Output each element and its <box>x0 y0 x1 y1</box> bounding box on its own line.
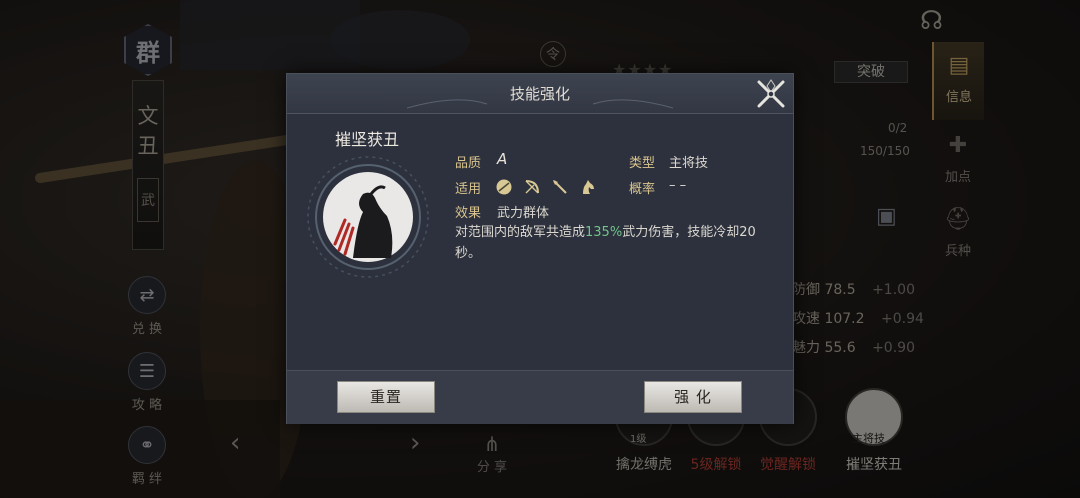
skill-portrait <box>305 154 431 280</box>
desc-highlight: 135% <box>585 225 623 240</box>
enhance-button[interactable]: 强 化 <box>644 381 742 413</box>
skill-description: 对范围内的敌军共造成135%武力伤害，技能冷却20秒。 <box>455 222 775 264</box>
dialog-title: 技能强化 <box>509 85 570 103</box>
shield-icon <box>496 179 512 195</box>
skill-enhance-dialog: 技能强化 摧坚获丑 品质 A 类型 主将技 适用 概率 – – 效果 武力群体 … <box>286 73 794 424</box>
close-icon <box>757 79 785 108</box>
spear-icon <box>553 180 567 194</box>
close-button[interactable] <box>753 76 789 112</box>
type-value: 主将技 <box>669 156 709 171</box>
bow-icon <box>525 180 539 194</box>
quality-value: A <box>497 150 508 168</box>
effect-value: 武力群体 <box>497 206 550 221</box>
skill-portrait-art <box>307 156 429 278</box>
effect-label: 效果 <box>455 206 482 221</box>
dialog-footer: 重置 强 化 <box>287 370 793 424</box>
quality-label: 品质 <box>455 156 482 171</box>
dialog-header: 技能强化 <box>287 74 793 114</box>
skill-name: 摧坚获丑 <box>335 130 400 149</box>
reset-button[interactable]: 重置 <box>337 381 435 413</box>
rate-label: 概率 <box>629 182 656 197</box>
rate-value: – – <box>669 178 687 193</box>
horse-icon <box>583 180 594 194</box>
desc-text-pre: 对范围内的敌军共造成 <box>455 225 586 240</box>
type-label: 类型 <box>629 156 656 171</box>
dialog-body: 摧坚获丑 品质 A 类型 主将技 适用 概率 – – 效果 武力群体 对范围内的… <box>287 114 793 370</box>
apply-label: 适用 <box>455 182 482 197</box>
